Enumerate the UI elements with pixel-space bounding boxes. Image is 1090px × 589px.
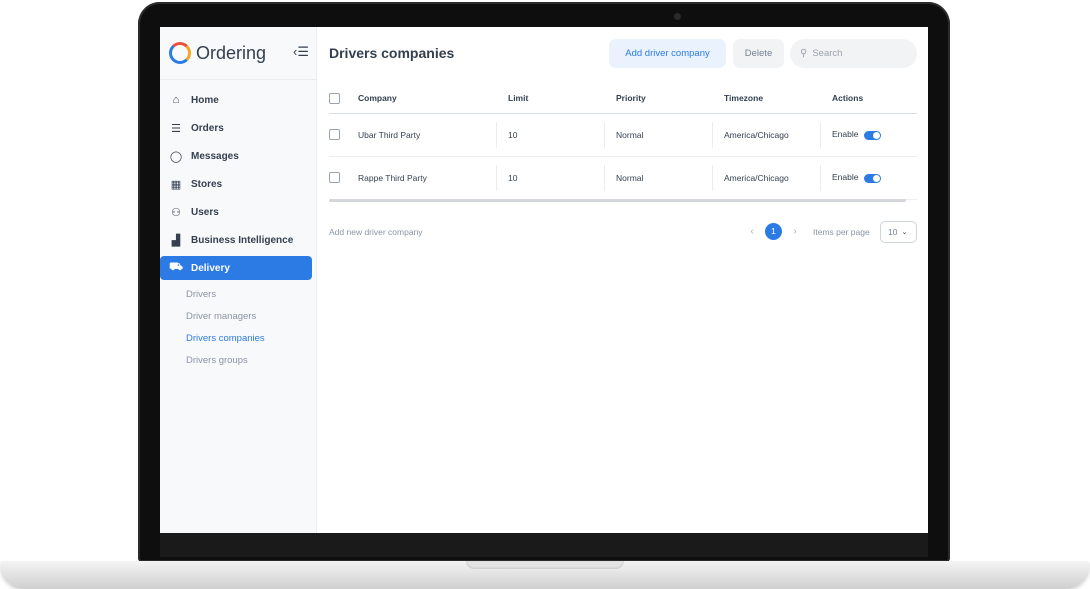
pagination: ‹ 1 › [745,223,802,240]
list-icon: ☰ [171,122,181,135]
subnav-drivers-groups[interactable]: Drivers groups [160,350,316,372]
subnav-drivers-companies[interactable]: Drivers companies [160,328,316,350]
column-header-actions: Actions [832,84,917,114]
cell-actions: Enable [820,156,917,200]
add-driver-company-button[interactable]: Add driver company [609,39,726,68]
subnav-driver-managers[interactable]: Driver managers [160,306,316,328]
row-select-cell [329,156,358,200]
chevron-right-icon[interactable]: › [788,226,802,237]
page-number-current[interactable]: 1 [765,223,782,240]
sidebar-item-orders[interactable]: ☰ Orders [160,116,312,140]
sidebar-item-stores[interactable]: ▦ Stores [160,172,312,196]
drivers-companies-table: Company Limit Priority Timezone Actions … [329,84,917,200]
cell-priority: Normal [604,156,724,200]
sidebar-item-label: Business Intelligence [191,234,294,246]
delete-button[interactable]: Delete [733,39,784,68]
sidebar-item-label: Delivery [191,262,230,274]
sidebar-item-messages[interactable]: ◯ Messages [160,144,312,168]
bar-chart-icon: ▟ [171,234,181,247]
cell-actions: Enable [820,113,917,157]
select-all-cell [329,84,358,114]
sidebar-item-users[interactable]: ⚇ Users [160,200,312,224]
cell-company: Ubar Third Party [358,113,508,157]
column-header-company: Company [358,84,508,114]
table-row[interactable]: Rappe Third Party 10 Normal America/Chic… [329,156,917,200]
chevron-left-icon[interactable]: ‹ [745,226,759,237]
divider [160,79,316,80]
horizontal-scrollbar[interactable] [329,199,906,202]
items-per-page-value: 10 [888,227,898,237]
sidebar: Ordering ‹☰ ⌂ Home ☰ Orders ◯ Messages ▦… [160,27,317,533]
search-box[interactable]: ⚲ [790,39,917,68]
cell-timezone: America/Chicago [712,156,832,200]
cell-company: Rappe Third Party [358,156,508,200]
sidebar-item-label: Home [191,94,219,106]
enable-toggle[interactable] [864,130,882,140]
sidebar-item-label: Orders [191,122,224,134]
sidebar-item-label: Stores [191,178,223,190]
enable-label: Enable [832,172,859,183]
table-row[interactable]: Ubar Third Party 10 Normal America/Chica… [329,113,917,157]
enable-toggle[interactable] [864,173,882,183]
store-icon: ▦ [170,178,182,191]
logo-icon [169,42,191,64]
users-icon: ⚇ [171,206,181,219]
sidebar-item-delivery[interactable]: ⛟ Delivery [160,256,312,280]
collapse-sidebar-icon[interactable]: ‹☰ [293,44,309,60]
add-new-driver-company-link[interactable]: Add new driver company [329,227,423,237]
screen: Ordering ‹☰ ⌂ Home ☰ Orders ◯ Messages ▦… [160,27,928,533]
cell-limit: 10 [496,113,616,157]
column-header-timezone: Timezone [724,84,832,114]
chevron-down-icon: ⌄ [901,229,908,236]
sidebar-item-business-intelligence[interactable]: ▟ Business Intelligence [160,228,312,252]
main-content: Drivers companies Add driver company Del… [317,27,928,533]
sidebar-item-label: Messages [191,150,239,162]
page-title: Drivers companies [329,45,455,61]
table-header-row: Company Limit Priority Timezone Actions [329,84,917,114]
column-header-priority: Priority [616,84,724,114]
items-per-page-label: Items per page [813,227,870,237]
row-checkbox[interactable] [329,172,340,184]
truck-icon: ⛟ [169,261,183,273]
laptop-chin [160,533,928,557]
cell-priority: Normal [604,113,724,157]
search-icon: ⚲ [800,48,808,59]
laptop-notch [466,561,624,569]
cell-timezone: America/Chicago [712,113,832,157]
logo-text: Ordering [196,42,267,63]
row-select-cell [329,113,358,157]
select-all-checkbox[interactable] [329,92,340,104]
column-header-limit: Limit [508,84,616,114]
enable-label: Enable [832,129,859,140]
sidebar-item-home[interactable]: ⌂ Home [160,88,312,112]
home-icon: ⌂ [172,94,180,106]
chat-icon: ◯ [169,150,183,163]
camera [674,13,681,20]
sidebar-item-label: Users [191,206,219,218]
items-per-page-select[interactable]: 10 ⌄ [880,221,917,243]
subnav-drivers[interactable]: Drivers [160,284,316,306]
cell-limit: 10 [496,156,616,200]
row-checkbox[interactable] [329,129,340,141]
search-input[interactable] [812,48,908,59]
